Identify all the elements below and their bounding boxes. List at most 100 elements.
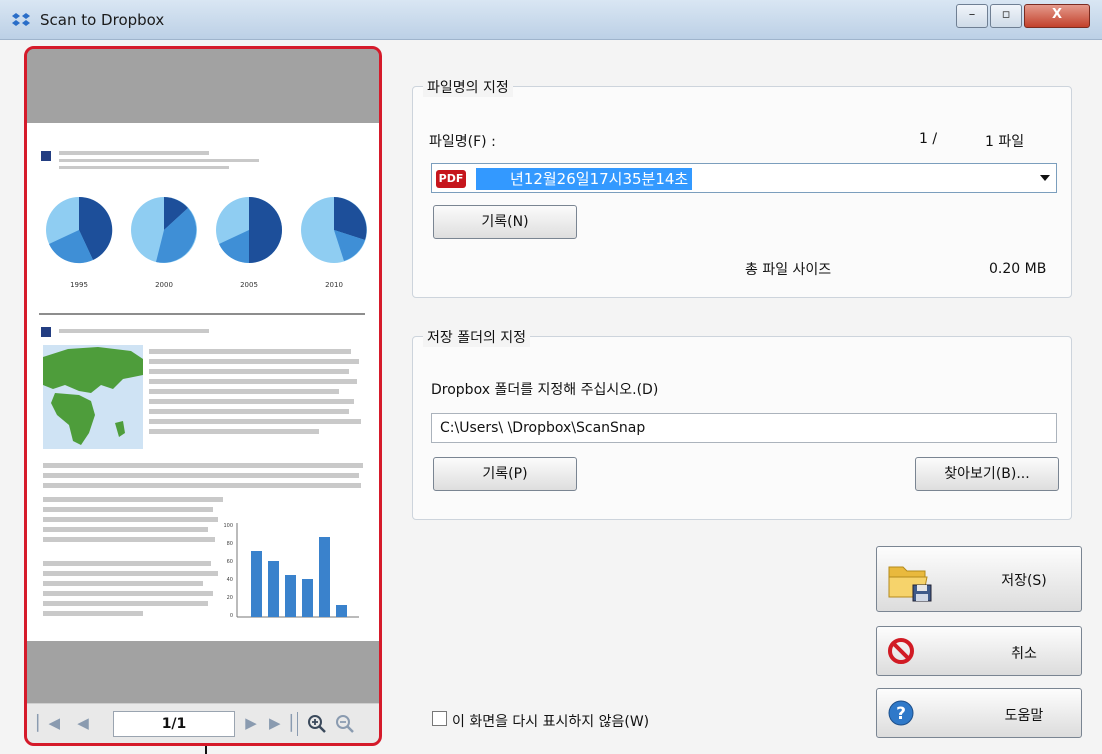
text-line <box>43 581 203 586</box>
pie-chart <box>216 197 282 264</box>
text-line <box>59 329 209 333</box>
minimize-icon: – <box>968 7 976 22</box>
axis-label: 0 <box>230 613 233 619</box>
chart-bar <box>251 551 262 617</box>
pie-chart <box>301 197 367 263</box>
chart-bar <box>268 561 279 617</box>
total-size-value: 0.20 MB <box>989 261 1047 277</box>
text-line <box>149 349 351 354</box>
save-folder-group-title: 저장 폴더의 지정 <box>423 327 531 347</box>
filename-group-title: 파일명의 지정 <box>423 77 513 97</box>
text-line <box>43 483 361 488</box>
browse-button[interactable]: 찾아보기(B)... <box>915 457 1059 491</box>
help-button[interactable]: ? 도움말 <box>876 688 1082 738</box>
text-line <box>43 591 213 596</box>
year-label: 2000 <box>155 281 173 288</box>
year-label: 1995 <box>70 281 88 288</box>
dropbox-icon <box>12 13 30 26</box>
text-line <box>149 359 359 364</box>
zoom-out-icon[interactable] <box>335 714 355 734</box>
page-number-input[interactable]: 1/1 <box>113 711 235 737</box>
chart-bar <box>302 579 313 617</box>
text-line <box>149 429 319 434</box>
chart-bar <box>319 537 330 617</box>
text-line <box>149 409 349 414</box>
cancel-button[interactable]: 취소 <box>876 626 1082 676</box>
prev-page-icon[interactable]: ◀ <box>73 714 93 734</box>
callout-pointer <box>205 746 207 754</box>
next-page-icon[interactable]: ▶ <box>241 714 261 734</box>
filename-combobox[interactable]: PDF 년12월26일17시35분14초 <box>431 163 1057 193</box>
year-label: 2005 <box>240 281 258 288</box>
text-line <box>43 571 218 576</box>
scanned-page-thumbnail: 1995 2000 2005 2010 100 80 60 40 20 0 <box>27 123 379 641</box>
preview-margin-top <box>27 49 379 123</box>
text-line <box>149 379 357 384</box>
section-marker <box>41 151 51 161</box>
preview-margin-bottom <box>27 641 379 703</box>
section-marker <box>41 327 51 337</box>
text-line <box>43 537 215 542</box>
preview-pane: 1995 2000 2005 2010 100 80 60 40 20 0 ▏◀… <box>24 46 382 746</box>
save-button-label: 저장(S) <box>1001 573 1047 589</box>
dont-show-again-label[interactable]: 이 화면을 다시 표시하지 않음(W) <box>452 711 649 731</box>
close-icon: X <box>1051 7 1063 22</box>
first-page-icon[interactable]: ▏◀ <box>37 714 60 734</box>
save-button[interactable]: 저장(S) <box>876 546 1082 612</box>
pdf-icon: PDF <box>436 170 466 188</box>
text-line <box>59 151 209 155</box>
text-line <box>149 399 354 404</box>
maximize-button[interactable]: ▫ <box>990 4 1022 28</box>
folder-save-icon <box>888 566 932 602</box>
text-line <box>59 159 259 162</box>
text-line <box>149 419 361 424</box>
text-line <box>43 517 218 522</box>
preview-navigation-bar: ▏◀ ◀ 1/1 ▶ ▶▕ <box>27 703 379 743</box>
chart-bar <box>336 605 347 617</box>
zoom-in-icon[interactable] <box>307 714 327 734</box>
save-folder-group: 저장 폴더의 지정 Dropbox 폴더를 지정해 주십시오.(D) C:\Us… <box>412 327 1072 520</box>
cancel-button-label: 취소 <box>1011 646 1037 662</box>
text-line <box>149 369 349 374</box>
text-line <box>43 561 211 566</box>
text-line <box>43 527 208 532</box>
world-map-image <box>43 345 143 449</box>
filename-value[interactable]: 년12월26일17시35분14초 <box>476 168 693 190</box>
dropbox-folder-path-input[interactable]: C:\Users\ \Dropbox\ScanSnap <box>431 413 1057 443</box>
chart-bar <box>285 575 296 617</box>
dont-show-again-checkbox[interactable] <box>432 711 447 726</box>
filename-record-button[interactable]: 기록(N) <box>433 205 577 239</box>
filename-group: 파일명의 지정 파일명(F) : 1 / 1 파일 PDF 년12월26일17시… <box>412 77 1072 298</box>
title-bar: Scan to Dropbox – ▫ X <box>0 0 1102 40</box>
filename-label: 파일명(F) : <box>429 134 496 150</box>
chevron-down-icon[interactable] <box>1040 175 1050 181</box>
axis-label: 100 <box>223 523 233 529</box>
text-line <box>59 166 229 169</box>
svg-text:?: ? <box>896 704 906 724</box>
folder-record-button[interactable]: 기록(P) <box>433 457 577 491</box>
nav-separator <box>297 712 298 736</box>
axis-label: 40 <box>227 577 233 583</box>
close-button[interactable]: X <box>1024 4 1090 28</box>
cancel-icon <box>888 638 914 664</box>
axis-label: 20 <box>227 595 233 601</box>
maximize-icon: ▫ <box>1001 7 1011 22</box>
last-page-icon[interactable]: ▶▕ <box>269 714 292 734</box>
text-line <box>43 601 208 606</box>
text-line <box>43 611 143 616</box>
text-line <box>149 389 339 394</box>
window-title: Scan to Dropbox <box>40 11 165 29</box>
minimize-button[interactable]: – <box>956 4 988 28</box>
text-line <box>43 463 363 468</box>
divider <box>39 313 365 315</box>
year-label: 2010 <box>325 281 343 288</box>
file-count-total: 1 파일 <box>985 134 1025 150</box>
pie-charts: 1995 2000 2005 2010 <box>46 196 367 288</box>
text-line <box>43 507 213 512</box>
pie-chart <box>131 197 197 263</box>
help-icon: ? <box>888 700 914 726</box>
help-button-label: 도움말 <box>1004 708 1044 724</box>
bar-chart-image: 100 80 60 40 20 0 <box>223 523 359 619</box>
text-line <box>43 473 359 478</box>
axis-label: 80 <box>227 541 233 547</box>
